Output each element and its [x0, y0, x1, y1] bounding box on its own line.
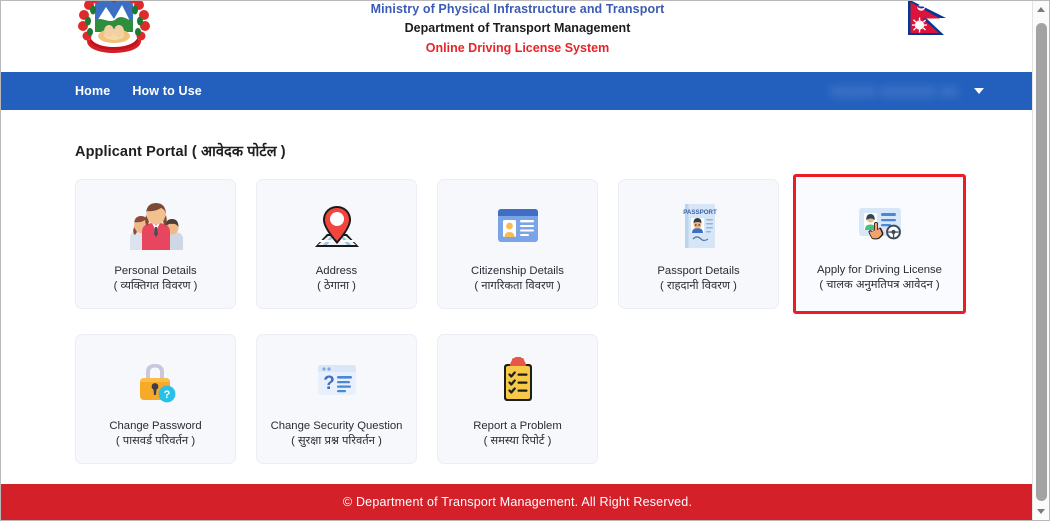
card-label: Apply for Driving License ( चालक अनुमतिप… — [817, 263, 942, 293]
question-window-icon: ? — [305, 351, 369, 411]
card-label: Change Security Question ( सुरक्षा प्रश्… — [271, 419, 403, 449]
nav-links: Home How to Use — [75, 72, 202, 110]
passport-icon: PASSPORT — [667, 196, 731, 256]
id-card-icon — [486, 196, 550, 256]
card-label-np: ( व्यक्तिगत विवरण ) — [113, 280, 198, 292]
card-label: Passport Details ( राहदानी विवरण ) — [657, 264, 739, 294]
card-label-en: Report a Problem — [473, 420, 562, 432]
card-label-np: ( ठेगाना ) — [317, 280, 356, 292]
user-menu[interactable]: XXXXX XXXXXX XX — [831, 72, 984, 110]
scroll-down-arrow-icon[interactable] — [1033, 503, 1049, 520]
system-line: Online Driving License System — [425, 41, 610, 55]
main-navbar: Home How to Use XXXXX XXXXXX XX — [1, 72, 1034, 110]
scroll-up-arrow-icon[interactable] — [1033, 1, 1049, 18]
header-title-block: Ministry of Physical Infrastructure and … — [1, 1, 1034, 58]
card-label: Citizenship Details ( नागरिकता विवरण ) — [471, 264, 564, 294]
site-footer: © Department of Transport Management. Al… — [1, 484, 1034, 520]
card-label-en: Change Password — [109, 420, 202, 432]
card-label-en: Personal Details — [114, 265, 197, 277]
card-label-en: Passport Details — [657, 265, 740, 277]
clipboard-checklist-icon — [486, 351, 550, 411]
card-label-en: Change Security Question — [270, 420, 403, 432]
card-label-np: ( नागरिकता विवरण ) — [474, 280, 561, 292]
svg-text:PASSPORT: PASSPORT — [683, 209, 717, 216]
page-title: Applicant Portal ( आवेदक पोर्टल ) — [75, 144, 286, 160]
card-personal-details[interactable]: Personal Details ( व्यक्तिगत विवरण ) — [75, 179, 236, 309]
card-label: Report a Problem ( समस्या रिपोर्ट ) — [473, 419, 562, 449]
site-header: Ministry of Physical Infrastructure and … — [1, 1, 1034, 72]
card-row: ? Change Password ( पासवर्ड परिवर्तन ) ?… — [75, 334, 968, 464]
card-label: Address ( ठेगाना ) — [316, 264, 357, 294]
svg-text:?: ? — [323, 373, 335, 394]
family-group-icon — [124, 196, 188, 256]
card-change-security-question[interactable]: ? Change Security Question (सुरक्षा प्र… — [256, 334, 417, 464]
card-report-a-problem[interactable]: Report a Problem ( समस्या रिपोर्ट ) — [437, 334, 598, 464]
department-line: Department of Transport Management — [404, 21, 631, 35]
card-change-password[interactable]: ? Change Password ( पासवर्ड परिवर्तन ) — [75, 334, 236, 464]
card-address[interactable]: Address ( ठेगाना ) — [256, 179, 417, 309]
card-label-np: ( सुरक्षा प्रश्न परिवर्तन ) — [291, 435, 382, 447]
card-apply-driving-license[interactable]: Apply for Driving License ( चालक अनुमतिप… — [793, 174, 966, 314]
card-citizenship-details[interactable]: Citizenship Details ( नागरिकता विवरण ) — [437, 179, 598, 309]
map-pin-icon — [305, 196, 369, 256]
card-label-np: ( समस्या रिपोर्ट ) — [483, 435, 552, 447]
card-passport-details[interactable]: PASSPORT Passport Details (राहदानी विवर… — [618, 179, 779, 309]
ministry-line: Ministry of Physical Infrastructure and … — [370, 2, 665, 16]
nav-link-home[interactable]: Home — [75, 72, 110, 110]
card-label-np: ( चालक अनुमतिपत्र आवेदन ) — [819, 279, 940, 291]
card-label-en: Apply for Driving License — [817, 264, 942, 276]
card-label-np: ( पासवर्ड परिवर्तन ) — [115, 435, 196, 447]
card-label: Personal Details ( व्यक्तिगत विवरण ) — [114, 264, 198, 294]
nepal-flag-icon — [904, 1, 956, 52]
card-label: Change Password ( पासवर्ड परिवर्तन ) — [109, 419, 201, 449]
card-label-np: ( राहदानी विवरण ) — [660, 280, 737, 292]
user-name-label: XXXXX XXXXXX XX — [830, 83, 958, 99]
chevron-down-icon[interactable] — [974, 88, 984, 94]
vertical-scrollbar[interactable] — [1032, 1, 1049, 520]
driving-license-apply-icon — [848, 195, 912, 255]
svg-text:?: ? — [163, 389, 170, 401]
footer-copyright: © Department of Transport Management. Al… — [342, 495, 693, 509]
scrollbar-thumb[interactable] — [1036, 23, 1047, 501]
browser-window: Ministry of Physical Infrastructure and … — [0, 0, 1050, 521]
padlock-help-icon: ? — [124, 351, 188, 411]
card-row: Personal Details ( व्यक्तिगत विवरण ) Add… — [75, 174, 968, 314]
card-label-en: Citizenship Details — [471, 265, 564, 277]
portal-cards-grid: Personal Details ( व्यक्तिगत विवरण ) Add… — [75, 174, 968, 464]
page-viewport: Ministry of Physical Infrastructure and … — [1, 1, 1034, 520]
main-content: Applicant Portal ( आवेदक पोर्टल ) Person… — [1, 141, 1034, 515]
nav-link-how-to-use[interactable]: How to Use — [132, 72, 202, 110]
card-label-en: Address — [315, 265, 358, 277]
